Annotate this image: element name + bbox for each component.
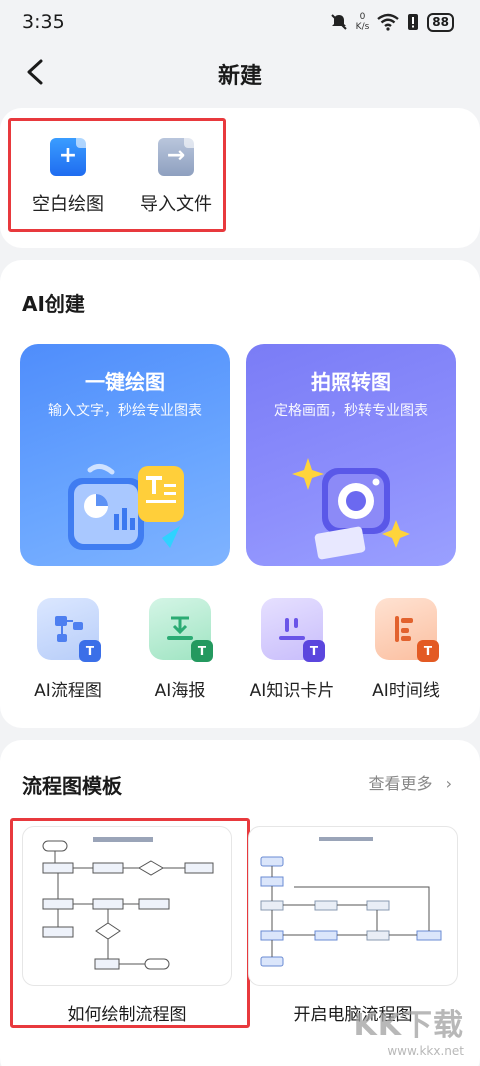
view-more-link[interactable]: 查看更多 › [368, 770, 452, 794]
import-file-label: 导入文件 [140, 194, 212, 215]
templates-section-title: 流程图模板 [22, 774, 122, 798]
ai-create-card: AI创建 一键绘图 输入文字，秒绘专业图表 拍照转图 定格画面，秒转专业图表 T… [0, 260, 480, 728]
template-thumbnail[interactable] [248, 826, 458, 986]
chevron-right-icon: › [445, 774, 452, 793]
poster-icon: T [149, 598, 213, 662]
flowchart-thumbnail-image [260, 837, 442, 967]
header: 新建 [0, 44, 480, 100]
mute-bell-icon [330, 14, 347, 30]
photo-to-chart-title: 拍照转图 [311, 370, 391, 394]
ai-poster-button[interactable]: T AI海报 [130, 598, 230, 701]
plus-document-icon: + [50, 138, 86, 176]
ai-flowchart-button[interactable]: T AI流程图 [18, 598, 118, 701]
battery-indicator: 88 [427, 12, 454, 32]
quick-actions-card: + 空白绘图 → 导入文件 [0, 108, 480, 248]
ai-knowledge-card-button[interactable]: T AI知识卡片 [242, 598, 342, 701]
template-thumbnail[interactable] [22, 826, 232, 986]
import-document-icon: → [158, 138, 194, 176]
photo-to-chart-desc: 定格画面，秒转专业图表 [274, 403, 428, 419]
template-label[interactable]: 如何绘制流程图 [12, 1000, 242, 1025]
ai-poster-label: AI海报 [154, 681, 206, 701]
netspeed-value: 0 [359, 12, 366, 22]
flowchart-thumbnail-image [42, 837, 214, 970]
netspeed: 0 K/s [356, 12, 370, 32]
alert-icon [408, 14, 419, 30]
blank-drawing-button[interactable]: + 空白绘图 [18, 138, 118, 216]
flowchart-icon: T [37, 598, 101, 662]
wifi-icon [377, 13, 400, 31]
camera-illustration [292, 458, 410, 560]
page-title: 新建 [217, 64, 262, 89]
chart-illustration [68, 464, 184, 550]
ai-timeline-button[interactable]: T AI时间线 [356, 598, 456, 701]
status-bar: 3:35 0 K/s 88 [0, 0, 480, 44]
timeline-icon: T [375, 598, 439, 662]
status-icons: 0 K/s 88 [330, 12, 454, 32]
ai-flowchart-label: AI流程图 [34, 681, 102, 701]
blank-drawing-label: 空白绘图 [32, 194, 104, 215]
view-more-label: 查看更多 [368, 774, 433, 793]
watermark-url: www.kkx.net [387, 1044, 464, 1058]
netspeed-unit: K/s [355, 22, 370, 32]
ai-knowledge-card-label: AI知识卡片 [249, 681, 335, 701]
one-click-drawing-card[interactable]: 一键绘图 输入文字，秒绘专业图表 [20, 344, 230, 566]
status-time: 3:35 [22, 11, 65, 33]
ai-section-title: AI创建 [22, 292, 85, 316]
knowledge-card-icon: T [261, 598, 325, 662]
one-click-drawing-desc: 输入文字，秒绘专业图表 [48, 403, 202, 419]
watermark-logo: KK下载 [353, 1008, 464, 1043]
import-file-button[interactable]: → 导入文件 [126, 138, 226, 216]
ai-timeline-label: AI时间线 [372, 681, 440, 701]
one-click-drawing-title: 一键绘图 [85, 370, 165, 394]
site-watermark: KK下载 www.kkx.net [354, 1000, 465, 1058]
photo-to-chart-card[interactable]: 拍照转图 定格画面，秒转专业图表 [246, 344, 456, 566]
